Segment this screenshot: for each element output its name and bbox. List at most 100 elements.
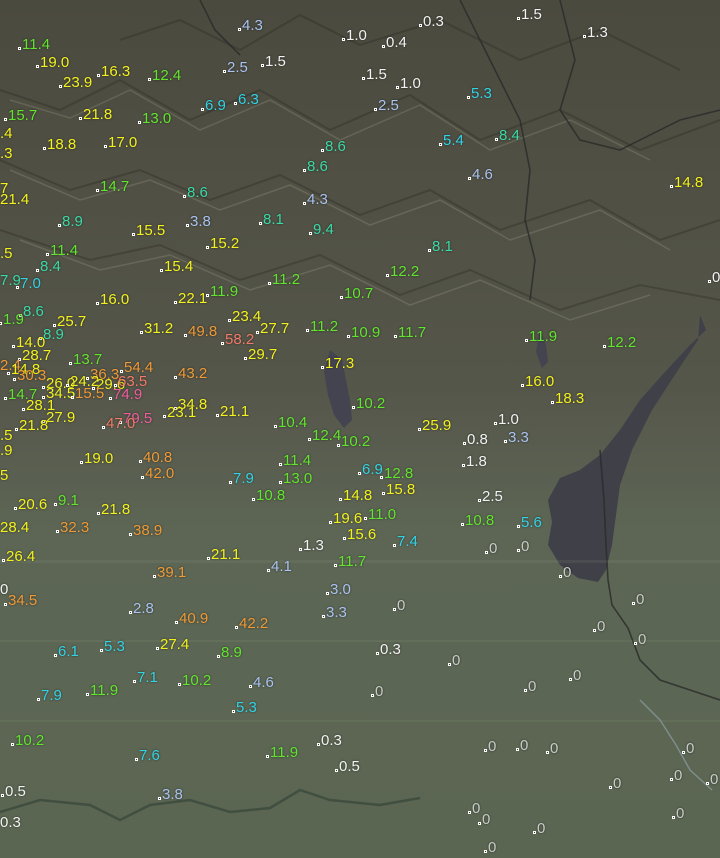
- station-marker[interactable]: [382, 492, 385, 495]
- station-marker[interactable]: [339, 498, 342, 501]
- station-marker[interactable]: [516, 748, 519, 751]
- station-marker[interactable]: [201, 108, 204, 111]
- station-marker[interactable]: [138, 121, 141, 124]
- station-marker[interactable]: [632, 602, 635, 605]
- station-marker[interactable]: [468, 811, 471, 814]
- station-marker[interactable]: [16, 286, 19, 289]
- station-marker[interactable]: [79, 117, 82, 120]
- station-marker[interactable]: [583, 35, 586, 38]
- station-marker[interactable]: [160, 269, 163, 272]
- station-marker[interactable]: [97, 512, 100, 515]
- station-marker[interactable]: [478, 499, 481, 502]
- station-marker[interactable]: [252, 498, 255, 501]
- station-marker[interactable]: [274, 425, 277, 428]
- station-marker[interactable]: [4, 603, 7, 606]
- station-marker[interactable]: [223, 70, 226, 73]
- station-marker[interactable]: [485, 551, 488, 554]
- station-marker[interactable]: [326, 592, 329, 595]
- station-marker[interactable]: [634, 642, 637, 645]
- station-marker[interactable]: [221, 342, 224, 345]
- station-marker[interactable]: [129, 533, 132, 536]
- station-marker[interactable]: [235, 626, 238, 629]
- station-marker[interactable]: [207, 557, 210, 560]
- station-marker[interactable]: [279, 463, 282, 466]
- station-marker[interactable]: [266, 755, 269, 758]
- station-marker[interactable]: [364, 517, 367, 520]
- station-marker[interactable]: [0, 322, 2, 325]
- station-marker[interactable]: [478, 822, 481, 825]
- station-marker[interactable]: [69, 362, 72, 365]
- station-marker[interactable]: [228, 319, 231, 322]
- station-marker[interactable]: [525, 339, 528, 342]
- station-marker[interactable]: [374, 108, 377, 111]
- station-marker[interactable]: [259, 222, 262, 225]
- station-marker[interactable]: [448, 663, 451, 666]
- station-marker[interactable]: [609, 786, 612, 789]
- station-marker[interactable]: [393, 544, 396, 547]
- station-marker[interactable]: [521, 384, 524, 387]
- station-marker[interactable]: [96, 189, 99, 192]
- station-marker[interactable]: [42, 386, 45, 389]
- station-marker[interactable]: [593, 629, 596, 632]
- station-marker[interactable]: [396, 86, 399, 89]
- station-marker[interactable]: [135, 758, 138, 761]
- station-marker[interactable]: [244, 357, 247, 360]
- station-marker[interactable]: [229, 481, 232, 484]
- station-marker[interactable]: [463, 442, 466, 445]
- station-marker[interactable]: [376, 652, 379, 655]
- station-marker[interactable]: [36, 269, 39, 272]
- station-marker[interactable]: [232, 710, 235, 713]
- station-marker[interactable]: [533, 831, 536, 834]
- station-marker[interactable]: [18, 47, 21, 50]
- station-marker[interactable]: [102, 426, 105, 429]
- station-marker[interactable]: [279, 481, 282, 484]
- station-marker[interactable]: [43, 147, 46, 150]
- station-marker[interactable]: [80, 461, 83, 464]
- station-marker[interactable]: [140, 331, 143, 334]
- station-marker[interactable]: [335, 769, 338, 772]
- station-marker[interactable]: [559, 575, 562, 578]
- station-marker[interactable]: [14, 507, 17, 510]
- station-marker[interactable]: [672, 816, 675, 819]
- station-marker[interactable]: [321, 366, 324, 369]
- station-marker[interactable]: [468, 177, 471, 180]
- station-marker[interactable]: [133, 680, 136, 683]
- station-marker[interactable]: [1, 794, 4, 797]
- station-marker[interactable]: [267, 569, 270, 572]
- station-marker[interactable]: [362, 77, 365, 80]
- station-marker[interactable]: [206, 294, 209, 297]
- station-marker[interactable]: [546, 751, 549, 754]
- station-marker[interactable]: [7, 372, 10, 375]
- station-marker[interactable]: [186, 224, 189, 227]
- station-marker[interactable]: [337, 444, 340, 447]
- station-marker[interactable]: [524, 689, 527, 692]
- station-marker[interactable]: [249, 685, 252, 688]
- station-marker[interactable]: [37, 698, 40, 701]
- station-marker[interactable]: [706, 782, 709, 785]
- station-marker[interactable]: [15, 428, 18, 431]
- station-marker[interactable]: [86, 693, 89, 696]
- station-marker[interactable]: [71, 396, 74, 399]
- station-marker[interactable]: [217, 655, 220, 658]
- station-marker[interactable]: [517, 549, 520, 552]
- station-marker[interactable]: [141, 476, 144, 479]
- station-marker[interactable]: [380, 476, 383, 479]
- station-marker[interactable]: [670, 778, 673, 781]
- station-marker[interactable]: [306, 329, 309, 332]
- station-marker[interactable]: [97, 74, 100, 77]
- station-marker[interactable]: [603, 345, 606, 348]
- station-marker[interactable]: [234, 102, 237, 105]
- station-marker[interactable]: [156, 647, 159, 650]
- station-marker[interactable]: [56, 530, 59, 533]
- station-marker[interactable]: [342, 38, 345, 41]
- station-marker[interactable]: [494, 422, 497, 425]
- station-marker[interactable]: [178, 683, 181, 686]
- station-marker[interactable]: [340, 296, 343, 299]
- station-marker[interactable]: [517, 525, 520, 528]
- station-marker[interactable]: [4, 118, 7, 121]
- station-marker[interactable]: [183, 195, 186, 198]
- station-marker[interactable]: [174, 376, 177, 379]
- station-marker[interactable]: [158, 797, 161, 800]
- station-marker[interactable]: [132, 233, 135, 236]
- station-marker[interactable]: [495, 138, 498, 141]
